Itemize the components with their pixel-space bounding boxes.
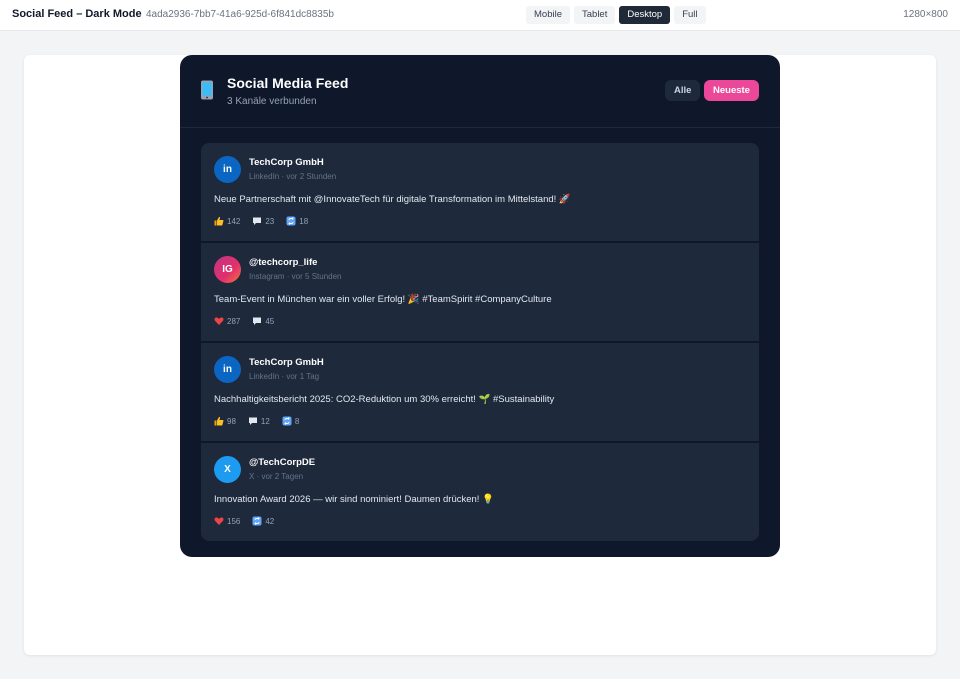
heart-count: 156 bbox=[227, 516, 241, 526]
feed-title: Social Media Feed bbox=[227, 75, 349, 91]
app-title: Social Feed – Dark Mode bbox=[12, 8, 142, 20]
heart-icon bbox=[214, 517, 224, 525]
heart-stat[interactable]: 287 bbox=[214, 316, 240, 326]
avatar-linkedin: in bbox=[214, 356, 241, 383]
thumbs-up-icon bbox=[214, 216, 224, 226]
like-count: 98 bbox=[227, 416, 236, 426]
post-stats: 98 12 8 bbox=[214, 416, 299, 426]
connected-channels: 3 Kanäle verbunden bbox=[227, 96, 317, 107]
repost-count: 18 bbox=[299, 216, 309, 226]
post-meta: X · vor 2 Tagen bbox=[249, 472, 304, 481]
like-stat[interactable]: 98 bbox=[214, 416, 236, 426]
post-stats: 142 23 18 bbox=[214, 216, 308, 226]
feed-header: Social Media Feed 3 Kanäle verbunden All… bbox=[180, 55, 780, 128]
repost-stat[interactable]: 8 bbox=[282, 416, 299, 426]
post-meta: Instagram · vor 5 Stunden bbox=[249, 272, 342, 281]
comment-count: 45 bbox=[265, 316, 275, 326]
repost-icon bbox=[282, 416, 292, 426]
like-stat[interactable]: 142 bbox=[214, 216, 240, 226]
post-text: Neue Partnerschaft mit @InnovateTech für… bbox=[214, 194, 571, 205]
tab-tablet[interactable]: Tablet bbox=[574, 6, 616, 24]
post-card[interactable]: IG @techcorp_life Instagram · vor 5 Stun… bbox=[201, 243, 759, 341]
post-meta: LinkedIn · vor 1 Tag bbox=[249, 372, 320, 381]
tab-desktop[interactable]: Desktop bbox=[619, 6, 671, 24]
app-id: 4ada2936-7bb7-41a6-925d-6f841dc8835b bbox=[146, 9, 334, 20]
avatar-linkedin: in bbox=[214, 156, 241, 183]
top-bar: Social Feed – Dark Mode 4ada2936-7bb7-41… bbox=[0, 0, 960, 31]
viewport-tabs: Mobile Tablet Desktop Full bbox=[526, 6, 706, 24]
post-card[interactable]: in TechCorp GmbH LinkedIn · vor 2 Stunde… bbox=[201, 143, 759, 241]
comment-stat[interactable]: 45 bbox=[252, 316, 274, 326]
repost-icon bbox=[286, 216, 296, 226]
repost-count: 8 bbox=[294, 416, 300, 426]
post-stats: 156 42 bbox=[214, 516, 274, 526]
heart-count: 287 bbox=[227, 316, 241, 326]
repost-count: 42 bbox=[265, 516, 275, 526]
tab-mobile[interactable]: Mobile bbox=[526, 6, 570, 24]
comment-stat[interactable]: 12 bbox=[248, 416, 270, 426]
viewport-dimensions: 1280×800 bbox=[903, 9, 948, 20]
post-text: Innovation Award 2026 — wir sind nominie… bbox=[214, 494, 494, 505]
phone-icon bbox=[201, 80, 213, 100]
heart-icon bbox=[214, 317, 224, 325]
avatar-x: X bbox=[214, 456, 241, 483]
tab-full[interactable]: Full bbox=[674, 6, 706, 24]
social-feed-panel: Social Media Feed 3 Kanäle verbunden All… bbox=[180, 55, 780, 557]
comment-icon bbox=[253, 217, 262, 225]
avatar-instagram: IG bbox=[214, 256, 241, 283]
post-meta: LinkedIn · vor 2 Stunden bbox=[249, 172, 337, 181]
post-author[interactable]: @techcorp_life bbox=[249, 257, 317, 268]
post-author[interactable]: @TechCorpDE bbox=[249, 457, 315, 468]
post-text: Nachhaltigkeitsbericht 2025: CO2-Redukti… bbox=[214, 394, 555, 405]
post-author[interactable]: TechCorp GmbH bbox=[249, 157, 324, 168]
comment-count: 23 bbox=[265, 216, 275, 226]
post-author[interactable]: TechCorp GmbH bbox=[249, 357, 324, 368]
comment-stat[interactable]: 23 bbox=[252, 216, 274, 226]
comment-count: 12 bbox=[260, 416, 270, 426]
repost-icon bbox=[252, 516, 262, 526]
repost-stat[interactable]: 42 bbox=[252, 516, 274, 526]
filter-newest-button[interactable]: Neueste bbox=[704, 80, 759, 101]
filter-all-button[interactable]: Alle bbox=[665, 80, 701, 101]
post-card[interactable]: in TechCorp GmbH LinkedIn · vor 1 Tag Na… bbox=[201, 343, 759, 441]
thumbs-up-icon bbox=[214, 416, 224, 426]
repost-stat[interactable]: 18 bbox=[286, 216, 308, 226]
comment-icon bbox=[253, 317, 262, 325]
post-stats: 287 45 bbox=[214, 316, 274, 326]
heart-stat[interactable]: 156 bbox=[214, 516, 240, 526]
post-text: Team-Event in München war ein voller Erf… bbox=[214, 294, 552, 305]
post-card[interactable]: X @TechCorpDE X · vor 2 Tagen Innovation… bbox=[201, 443, 759, 541]
like-count: 142 bbox=[227, 216, 241, 226]
comment-icon bbox=[248, 417, 257, 425]
